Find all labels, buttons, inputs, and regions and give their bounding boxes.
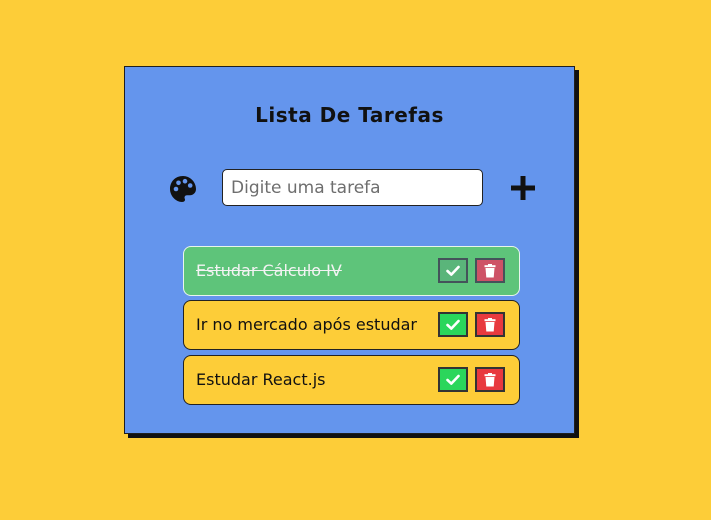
check-icon [446,319,460,330]
task-text: Estudar React.js [196,370,326,389]
task-item-1: Estudar Cálculo IV [183,246,520,296]
trash-icon [484,317,496,331]
trash-icon [484,372,496,386]
palette-icon[interactable] [168,174,198,204]
todo-card: Lista De Tarefas Estudar Cálculo IV [124,66,575,434]
delete-task-button[interactable] [475,367,505,392]
trash-icon [484,263,496,277]
task-item-2: Ir no mercado após estudar [183,300,520,350]
delete-task-button[interactable] [475,312,505,337]
task-text: Ir no mercado após estudar [196,315,417,334]
complete-task-button[interactable] [438,312,468,337]
complete-task-button[interactable] [438,367,468,392]
delete-task-button[interactable] [475,258,505,283]
plus-icon [511,176,535,200]
task-input[interactable] [222,169,483,206]
app-title: Lista De Tarefas [255,103,444,127]
complete-task-button[interactable] [438,258,468,283]
add-task-button[interactable] [508,173,538,203]
check-icon [446,265,460,276]
check-icon [446,374,460,385]
task-item-3: Estudar React.js [183,355,520,405]
task-text: Estudar Cálculo IV [196,261,342,280]
